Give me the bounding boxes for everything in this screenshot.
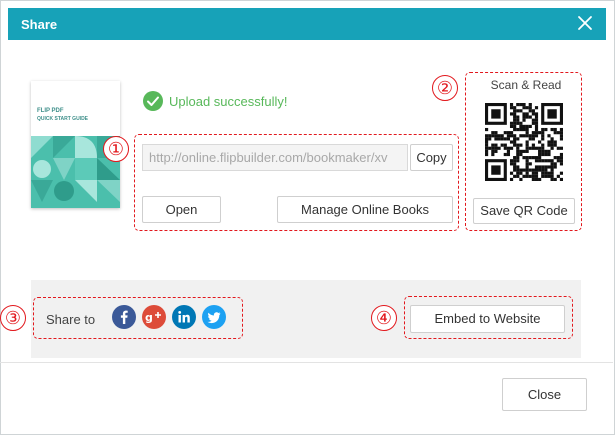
manage-online-books-button[interactable]: Manage Online Books	[277, 196, 453, 223]
callout-badge-2: ②	[432, 75, 458, 101]
upload-status: Upload successfully!	[143, 91, 288, 111]
svg-text:g: g	[145, 311, 153, 324]
copy-button[interactable]: Copy	[410, 144, 453, 171]
save-qr-code-button[interactable]: Save QR Code	[473, 198, 575, 224]
upload-status-text: Upload successfully!	[169, 93, 288, 109]
callout-badge-4: ④	[371, 305, 397, 331]
open-button[interactable]: Open	[142, 196, 221, 223]
share-to-label: Share to	[46, 312, 96, 327]
dialog-title: Share	[21, 17, 58, 32]
close-icon[interactable]	[576, 14, 594, 32]
linkedin-icon[interactable]	[172, 305, 196, 329]
cover-subtitle: QUICK START GUIDE	[37, 116, 89, 122]
cover-title: FLIP PDF	[37, 108, 64, 114]
callout-badge-3: ③	[0, 305, 26, 331]
check-circle-icon	[143, 91, 163, 111]
embed-to-website-button[interactable]: Embed to Website	[410, 305, 565, 333]
scan-read-label: Scan & Read	[490, 78, 562, 92]
dialog-titlebar: Share	[8, 8, 606, 40]
qr-code-image	[485, 103, 563, 181]
footer-divider	[0, 362, 613, 363]
twitter-icon[interactable]	[202, 305, 226, 329]
callout-badge-1: ①	[103, 136, 129, 162]
facebook-icon[interactable]	[112, 305, 136, 329]
close-button[interactable]: Close	[502, 378, 587, 411]
google-plus-icon[interactable]: g	[142, 305, 166, 329]
online-url-field[interactable]: http://online.flipbuilder.com/bookmaker/…	[142, 144, 408, 171]
